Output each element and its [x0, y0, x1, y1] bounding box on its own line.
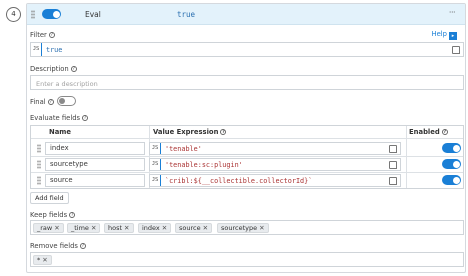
table-divider — [31, 156, 463, 157]
expand-editor-icon[interactable] — [452, 46, 460, 54]
expression-value: 'tenable:sc:plugin' — [165, 161, 243, 169]
js-mode-label: JS — [150, 159, 161, 170]
info-icon[interactable]: ? — [220, 129, 227, 135]
filter-input[interactable]: JS true — [30, 42, 464, 57]
function-name: Eval — [85, 10, 101, 19]
row-drag-handle-icon[interactable] — [37, 144, 41, 153]
field-enabled-toggle[interactable] — [442, 159, 461, 169]
expand-editor-icon[interactable] — [389, 145, 397, 153]
js-mode-label: JS — [150, 143, 161, 154]
remove-tag-icon[interactable]: ✕ — [259, 224, 264, 232]
drag-handle-icon[interactable] — [31, 10, 35, 19]
table-divider — [31, 138, 463, 139]
filter-label: Filter? — [30, 31, 55, 39]
field-tag: sourcetype ✕ — [217, 223, 269, 233]
description-placeholder: Enter a description — [36, 80, 98, 88]
field-expression-input[interactable]: JS 'tenable' — [149, 142, 401, 155]
info-icon[interactable]: ? — [69, 212, 76, 218]
js-mode-label: JS — [31, 43, 42, 56]
field-tag: * ✕ — [33, 255, 52, 265]
table-divider — [406, 126, 407, 188]
keep-fields-label: Keep fields? — [30, 211, 76, 219]
remove-tag-icon[interactable]: ✕ — [203, 224, 208, 232]
final-toggle[interactable] — [57, 96, 76, 106]
info-icon[interactable]: ? — [48, 32, 55, 38]
row-drag-handle-icon[interactable] — [37, 160, 41, 169]
filter-expression: true — [46, 46, 63, 54]
remove-fields-label: Remove fields? — [30, 242, 86, 250]
field-name-input[interactable]: sourcetype — [45, 158, 145, 171]
eval-function-card: Eval true ··· Filter? Help ▸ JS true Desc… — [26, 3, 466, 273]
remove-tag-icon[interactable]: ✕ — [91, 224, 96, 232]
field-tag: _raw ✕ — [33, 223, 64, 233]
remove-tag-icon[interactable]: ✕ — [54, 224, 59, 232]
function-filter-summary: true — [177, 10, 196, 19]
expand-editor-icon[interactable] — [389, 161, 397, 169]
info-icon[interactable]: ? — [82, 115, 89, 121]
info-icon[interactable]: ? — [79, 243, 86, 249]
column-header-name: Name — [49, 128, 71, 136]
row-drag-handle-icon[interactable] — [37, 176, 41, 185]
expression-value: `cribl:${__collectible.collectorId}` — [165, 177, 313, 185]
help-link[interactable]: Help ▸ — [432, 30, 457, 40]
field-tag: host ✕ — [104, 223, 134, 233]
expand-editor-icon[interactable] — [389, 177, 397, 185]
field-expression-input[interactable]: JS `cribl:${__collectible.collectorId}` — [149, 174, 401, 187]
evaluate-fields-label: Evaluate fields? — [30, 114, 89, 122]
evaluate-fields-table: Name Value Expression? Enabled? index JS… — [30, 125, 464, 189]
add-field-button[interactable]: Add field — [30, 192, 69, 204]
field-tag: _time ✕ — [67, 223, 101, 233]
field-enabled-toggle[interactable] — [442, 175, 461, 185]
table-divider — [31, 172, 463, 173]
field-name-input[interactable]: index — [45, 142, 145, 155]
function-enable-toggle[interactable] — [42, 9, 61, 19]
help-box-icon: ▸ — [449, 32, 457, 40]
column-header-enabled: Enabled? — [409, 128, 448, 136]
step-number-badge: 4 — [6, 7, 21, 22]
remove-tag-icon[interactable]: ✕ — [162, 224, 167, 232]
remove-tag-icon[interactable]: ✕ — [124, 224, 129, 232]
description-input[interactable]: Enter a description — [30, 75, 464, 90]
expression-value: 'tenable' — [165, 145, 202, 153]
column-header-expression: Value Expression? — [153, 128, 227, 136]
keep-fields-input[interactable]: _raw ✕ _time ✕ host ✕ index ✕ source ✕ source… — [30, 220, 464, 235]
info-icon[interactable]: ? — [70, 66, 77, 72]
info-icon[interactable]: ? — [441, 129, 448, 135]
field-tag: source ✕ — [175, 223, 213, 233]
info-icon[interactable]: ? — [47, 99, 54, 105]
final-label: Final? — [30, 98, 54, 106]
more-options-icon[interactable]: ··· — [445, 7, 459, 20]
js-mode-label: JS — [150, 175, 161, 186]
remove-tag-icon[interactable]: ✕ — [42, 256, 47, 264]
remove-fields-input[interactable]: * ✕ — [30, 252, 464, 267]
description-label: Description? — [30, 65, 77, 73]
field-expression-input[interactable]: JS 'tenable:sc:plugin' — [149, 158, 401, 171]
field-tag: index ✕ — [138, 223, 172, 233]
function-header[interactable]: Eval true ··· — [27, 4, 465, 25]
field-enabled-toggle[interactable] — [442, 143, 461, 153]
field-name-input[interactable]: source — [45, 174, 145, 187]
